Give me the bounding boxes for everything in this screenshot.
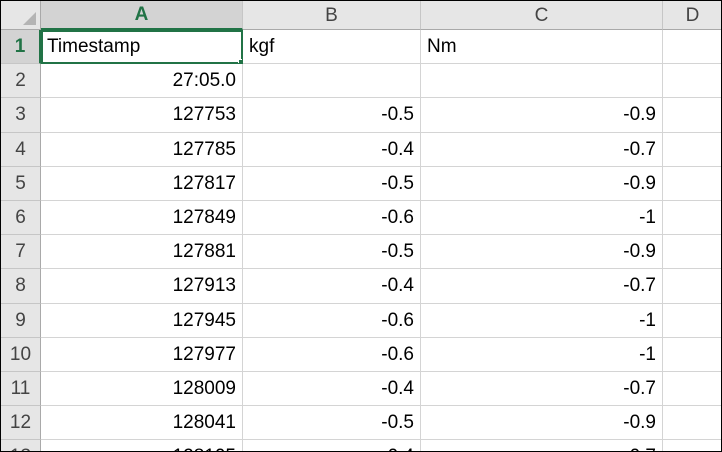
spreadsheet-grid: A B C D 1 Timestamp kgf Nm 2 27:05.0 3 127753 -0… [1, 1, 721, 451]
row-header[interactable]: 10 [1, 337, 41, 372]
cell-col-a[interactable]: 127945 [41, 303, 243, 338]
cell-value: 128041 [172, 412, 236, 434]
cell-col-c[interactable]: -1 [421, 200, 663, 236]
cell-col-d[interactable] [663, 406, 721, 441]
row-header[interactable]: 3 [1, 98, 41, 133]
cell-value: 127849 [172, 207, 236, 229]
column-header-d[interactable]: D [663, 1, 721, 30]
cell-col-c[interactable] [421, 64, 663, 99]
cell-value: 27:05.0 [172, 70, 236, 92]
cell-col-a[interactable]: 127753 [41, 98, 243, 133]
fill-handle[interactable] [238, 59, 242, 64]
cell-value: 128105 [173, 447, 236, 451]
cell-col-d[interactable] [663, 440, 721, 451]
cell-col-c[interactable]: -0.7 [421, 269, 663, 304]
cell-col-b[interactable] [243, 64, 421, 99]
cell-col-c[interactable]: -0.9 [421, 235, 663, 270]
cell-value: 127913 [172, 275, 236, 297]
cell-col-c[interactable]: -0.7 [421, 132, 663, 167]
cell-value: 127881 [172, 241, 236, 263]
cell-col-a[interactable]: 127977 [41, 337, 243, 372]
cell-value: 127753 [172, 104, 236, 126]
cell-value: Timestamp [47, 36, 141, 58]
cell-col-b[interactable]: -0.6 [243, 200, 421, 236]
cell-col-b[interactable]: kgf [243, 30, 421, 65]
cell-col-a[interactable]: 127785 [41, 132, 243, 167]
cell-col-d[interactable] [663, 235, 721, 270]
cell-col-b[interactable]: -0.4 [243, 371, 421, 407]
row-header[interactable]: 13 [1, 440, 41, 451]
select-all-triangle-icon [23, 12, 36, 25]
cell-col-b[interactable]: -0.4 [243, 269, 421, 304]
cell-col-c[interactable]: -0.7 [421, 371, 663, 407]
column-header-c[interactable]: C [421, 1, 663, 30]
cell-col-d[interactable] [663, 30, 721, 65]
cell-col-b[interactable]: -0.5 [243, 235, 421, 270]
cell-col-b[interactable]: -0.6 [243, 337, 421, 372]
cell-col-c[interactable]: -1 [421, 337, 663, 372]
cell-value: 127817 [172, 172, 236, 194]
cell-col-a[interactable]: 128105 [41, 440, 243, 451]
cell-col-b[interactable]: -0.4 [243, 132, 421, 167]
row-header[interactable]: 1 [1, 30, 41, 65]
cell-value: 127785 [172, 138, 236, 160]
cell-col-d[interactable] [663, 98, 721, 133]
cell-col-d[interactable] [663, 133, 721, 167]
cell-col-d[interactable] [663, 201, 721, 236]
cell-col-a[interactable]: 127817 [41, 166, 243, 201]
cell-col-d[interactable] [663, 338, 721, 372]
row-header[interactable]: 5 [1, 166, 41, 201]
cell-col-b[interactable]: -0.6 [243, 303, 421, 338]
spreadsheet-window: A B C D 1 Timestamp kgf Nm 2 27:05.0 3 127753 -0… [0, 0, 722, 452]
cell-col-a[interactable]: 27:05.0 [41, 64, 243, 99]
cell-col-a[interactable]: 127881 [41, 235, 243, 270]
cell-col-d[interactable] [663, 372, 721, 407]
row-header[interactable]: 9 [1, 303, 41, 338]
row-header[interactable]: 12 [1, 406, 41, 441]
cell-col-b[interactable]: -0.5 [243, 406, 421, 441]
cell-col-a[interactable]: 128041 [41, 406, 243, 441]
cell-col-d[interactable] [663, 304, 721, 338]
cell-col-d[interactable] [663, 167, 721, 201]
cell-col-a[interactable]: 127849 [41, 200, 243, 236]
row-header[interactable]: 4 [1, 132, 41, 167]
cell-col-b[interactable]: -0.5 [243, 98, 421, 133]
cell-col-c[interactable]: -0.9 [421, 406, 663, 441]
row-header[interactable]: 7 [1, 235, 41, 270]
row-header[interactable]: 8 [1, 269, 41, 304]
cell-col-d[interactable] [663, 64, 721, 99]
cell-col-c[interactable]: -0.7 [421, 440, 663, 451]
cell-col-c[interactable]: -1 [421, 303, 663, 338]
cell-value: 128009 [172, 377, 236, 399]
select-all-corner[interactable] [1, 1, 41, 30]
row-header[interactable]: 11 [1, 371, 41, 407]
cell-col-b[interactable]: -0.4 [243, 440, 421, 451]
cell-col-a[interactable]: 127913 [41, 269, 243, 304]
cell-col-b[interactable]: -0.5 [243, 166, 421, 201]
cell-col-a[interactable]: 128009 [41, 371, 243, 407]
cell-col-c[interactable]: -0.9 [421, 166, 663, 201]
column-header-b[interactable]: B [243, 1, 421, 30]
column-header-a[interactable]: A [41, 1, 243, 30]
row-header[interactable]: 6 [1, 200, 41, 236]
cell-col-c[interactable]: -0.9 [421, 98, 663, 133]
row-header[interactable]: 2 [1, 64, 41, 99]
cell-value: 127977 [172, 343, 236, 365]
cell-value: 127945 [172, 309, 236, 331]
cell-col-c[interactable]: Nm [421, 30, 663, 65]
cell-a1-active[interactable]: Timestamp [41, 30, 243, 65]
cell-col-d[interactable] [663, 269, 721, 304]
